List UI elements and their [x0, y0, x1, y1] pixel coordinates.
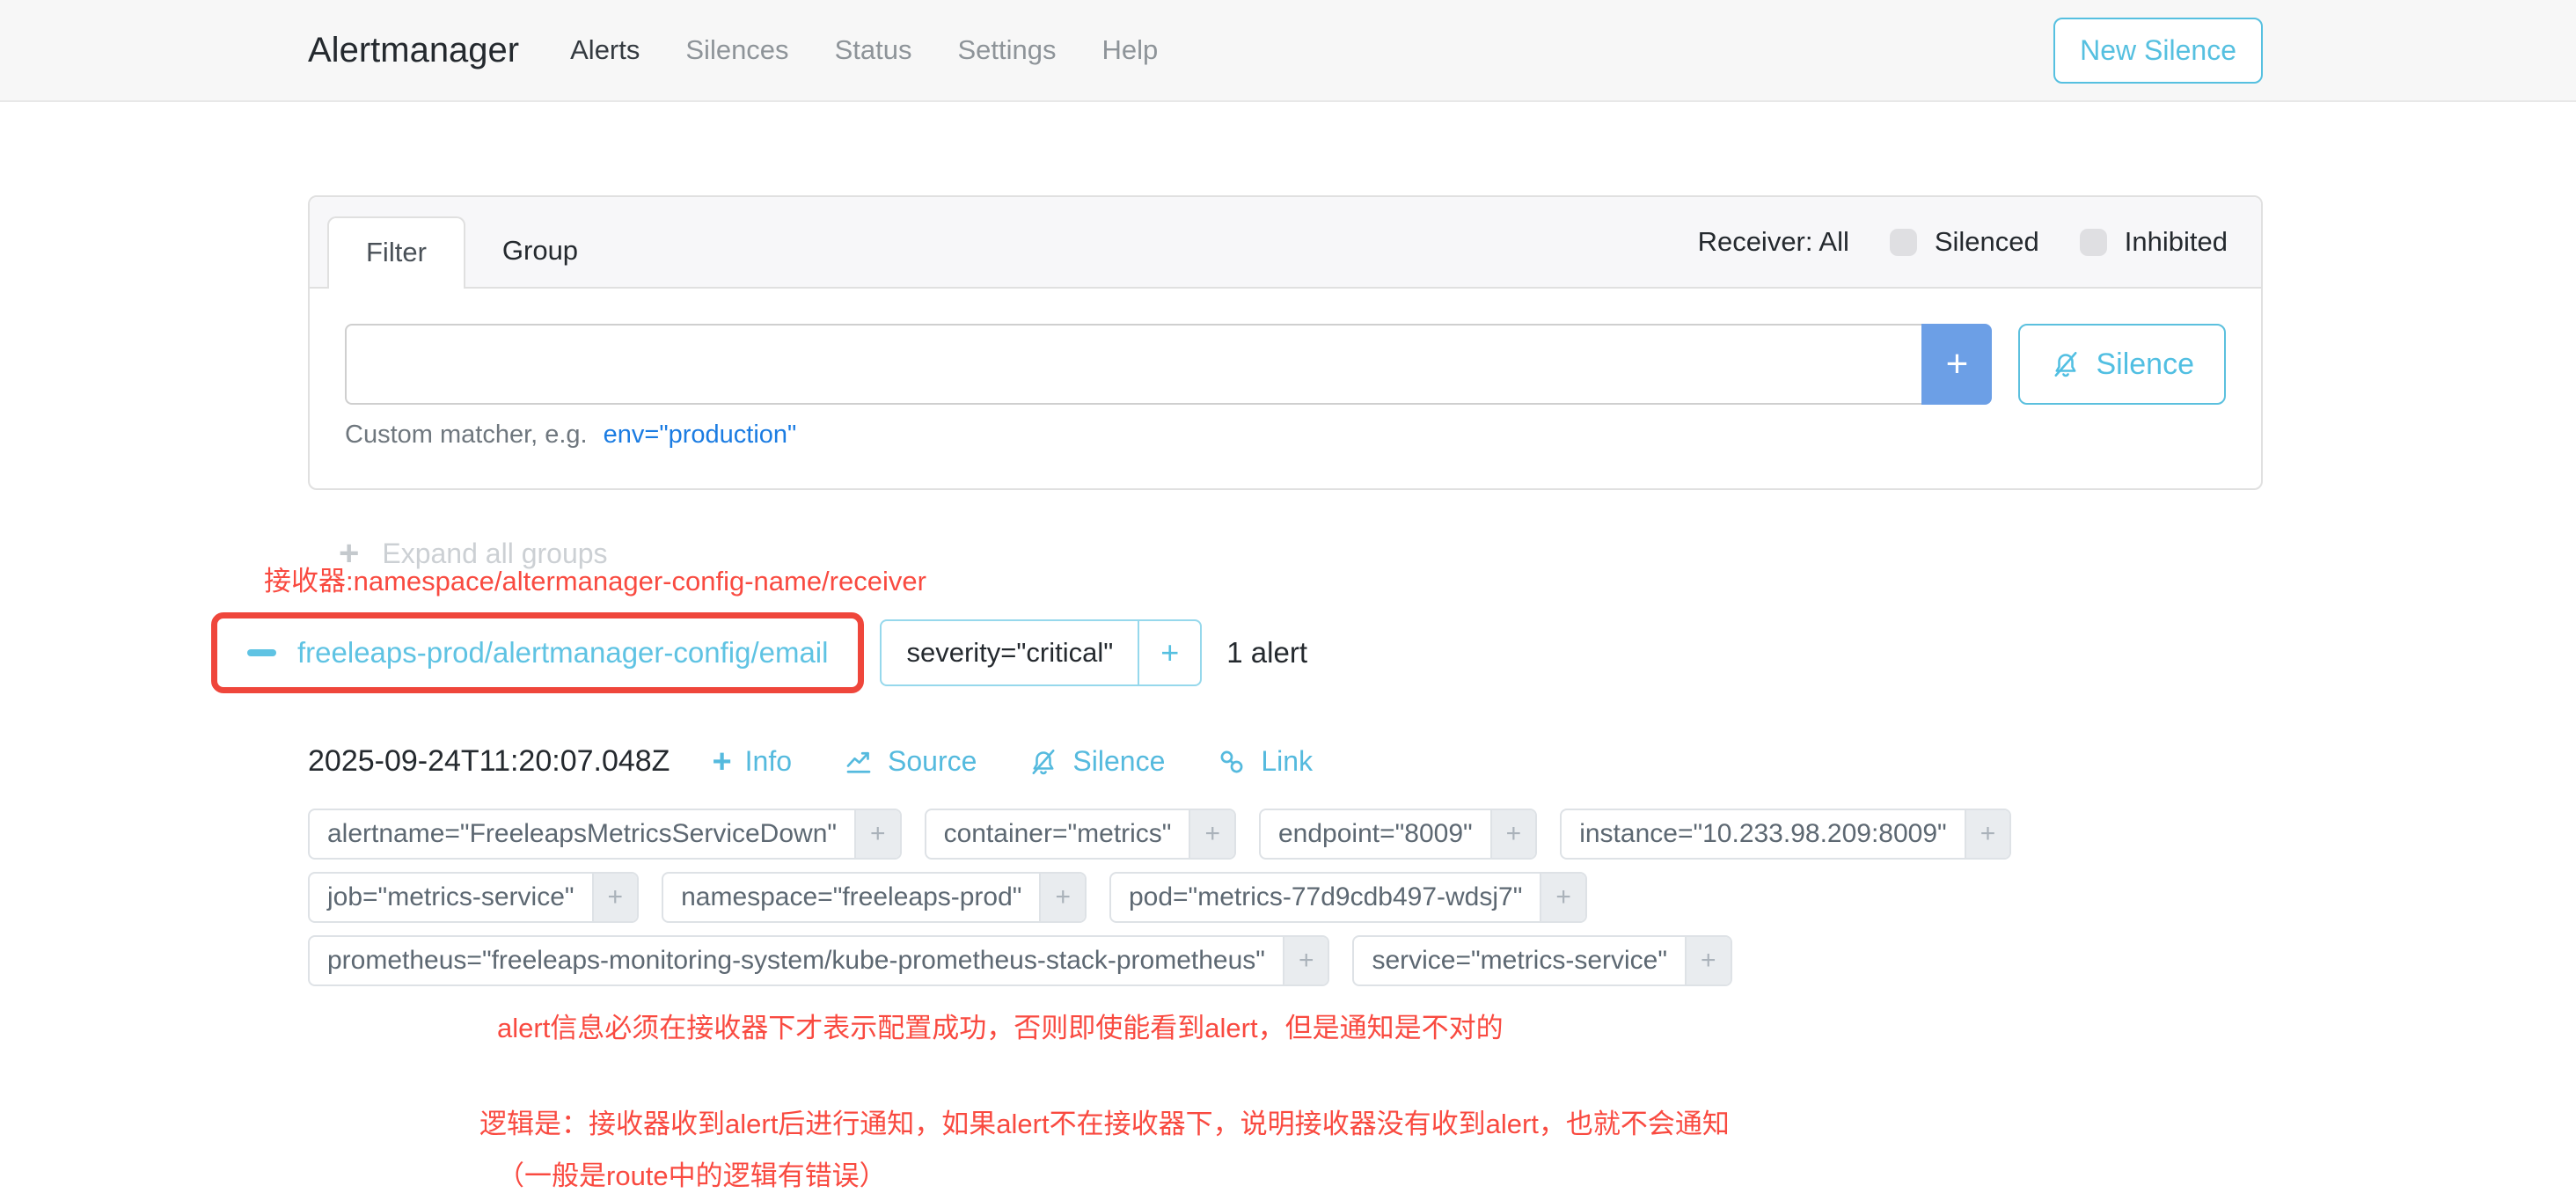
alert-info-label: Info: [745, 745, 792, 778]
label-text: namespace="freeleaps-prod": [663, 874, 1039, 921]
alert-label-tag: endpoint="8009"+: [1259, 809, 1537, 860]
plus-icon: +: [712, 745, 731, 779]
bell-slash-icon: [2050, 348, 2082, 380]
annotation-highlight-box: freeleaps-prod/alertmanager-config/email: [211, 612, 864, 693]
add-matcher-button[interactable]: +: [1921, 324, 1992, 405]
silence-filter-label: Silence: [2096, 348, 2194, 382]
alert-timestamp: 2025-09-24T11:20:07.048Z: [308, 744, 670, 779]
annotation-logic-note-2: （一般是route中的逻辑有错误）: [497, 1153, 2263, 1193]
matcher-input[interactable]: [345, 324, 1921, 405]
label-add-filter-button[interactable]: +: [1965, 810, 2010, 858]
collapse-group-button[interactable]: freeleaps-prod/alertmanager-config/email: [224, 623, 851, 683]
alert-label-tag: container="metrics"+: [925, 809, 1236, 860]
nav-link-settings[interactable]: Settings: [957, 34, 1056, 66]
silenced-checkbox-label: Silenced: [1935, 226, 2039, 258]
annotation-receiver-note: 接收器:namespace/altermanager-config-name/r…: [264, 559, 2263, 598]
inhibited-checkbox[interactable]: Inhibited: [2080, 226, 2228, 258]
alert-labels: alertname="FreeleapsMetricsServiceDown"+…: [308, 809, 2263, 986]
label-add-filter-button[interactable]: +: [592, 874, 638, 921]
nav-link-silences[interactable]: Silences: [685, 34, 788, 66]
alert-count: 1 alert: [1226, 636, 1307, 670]
severity-filter-label: severity="critical": [882, 621, 1138, 684]
label-add-filter-button[interactable]: +: [1189, 810, 1234, 858]
label-add-filter-button[interactable]: +: [1685, 937, 1731, 984]
alert-source-button[interactable]: Source: [843, 745, 977, 778]
alert-label-row: alertname="FreeleapsMetricsServiceDown"+…: [308, 809, 2263, 860]
alert-label-tag: pod="metrics-77d9cdb497-wdsj7"+: [1109, 872, 1587, 923]
alert-label-row: prometheus="freeleaps-monitoring-system/…: [308, 935, 2263, 986]
alert-label-tag: namespace="freeleaps-prod"+: [662, 872, 1087, 923]
minus-icon: [247, 649, 276, 656]
label-text: alertname="FreeleapsMetricsServiceDown": [310, 810, 854, 858]
label-add-filter-button[interactable]: +: [1283, 937, 1328, 984]
alert-info-button[interactable]: + Info: [712, 745, 792, 779]
tab-filter[interactable]: Filter: [327, 216, 465, 289]
filter-card-header: Filter Group Receiver: All Silenced Inhi…: [310, 197, 2261, 289]
label-text: endpoint="8009": [1261, 810, 1490, 858]
alert-label-tag: service="metrics-service"+: [1352, 935, 1731, 986]
matcher-row: + Silence: [345, 324, 2226, 405]
label-add-filter-button[interactable]: +: [854, 810, 900, 858]
label-add-filter-button[interactable]: +: [1039, 874, 1085, 921]
matcher-input-group: +: [345, 324, 1992, 405]
alert-link-label: Link: [1261, 745, 1313, 778]
severity-add-filter-button[interactable]: +: [1138, 621, 1200, 684]
filter-header-controls: Receiver: All Silenced Inhibited: [1698, 197, 2228, 287]
hint-example-link[interactable]: env="production": [604, 421, 797, 450]
severity-filter-group: severity="critical" +: [880, 619, 1202, 686]
alert-source-label: Source: [888, 745, 977, 778]
alert-silence-button[interactable]: Silence: [1028, 745, 1165, 778]
label-text: pod="metrics-77d9cdb497-wdsj7": [1111, 874, 1540, 921]
alert-label-tag: alertname="FreeleapsMetricsServiceDown"+: [308, 809, 902, 860]
alert-label-row: job="metrics-service"+namespace="freelea…: [308, 872, 2263, 923]
alert-label-tag: prometheus="freeleaps-monitoring-system/…: [308, 935, 1329, 986]
label-text: prometheus="freeleaps-monitoring-system/…: [310, 937, 1283, 984]
matcher-hint: Custom matcher, e.g. env="production": [345, 421, 2226, 450]
app-brand[interactable]: Alertmanager: [308, 31, 519, 70]
alert-header-row: 2025-09-24T11:20:07.048Z + Info Source S…: [308, 744, 2263, 779]
top-navbar: Alertmanager Alerts Silences Status Sett…: [0, 0, 2576, 102]
label-text: container="metrics": [926, 810, 1189, 858]
checkbox-icon[interactable]: [2080, 229, 2107, 256]
hint-text: Custom matcher, e.g.: [345, 421, 588, 450]
receiver-group-row: freeleaps-prod/alertmanager-config/email…: [211, 612, 2263, 693]
label-add-filter-button[interactable]: +: [1540, 874, 1585, 921]
receiver-filter-label[interactable]: Receiver: All: [1698, 226, 1849, 258]
main-content: Filter Group Receiver: All Silenced Inhi…: [308, 195, 2263, 1193]
receiver-group-name: freeleaps-prod/alertmanager-config/email: [297, 636, 828, 670]
bell-slash-icon: [1028, 746, 1059, 778]
alert-label-tag: job="metrics-service"+: [308, 872, 639, 923]
filter-card: Filter Group Receiver: All Silenced Inhi…: [308, 195, 2263, 490]
nav-link-help[interactable]: Help: [1101, 34, 1158, 66]
tab-group[interactable]: Group: [465, 216, 615, 287]
annotation-alert-note: alert信息必须在接收器下才表示配置成功，否则即使能看到alert，但是通知是…: [497, 1006, 2263, 1045]
label-add-filter-button[interactable]: +: [1490, 810, 1536, 858]
nav-link-status[interactable]: Status: [835, 34, 912, 66]
chart-icon: [843, 746, 875, 778]
silence-filter-button[interactable]: Silence: [2018, 324, 2226, 405]
link-chain-icon: [1216, 746, 1248, 778]
annotation-logic-note: 逻辑是：接收器收到alert后进行通知，如果alert不在接收器下，说明接收器没…: [479, 1102, 2263, 1141]
nav-links: Alerts Silences Status Settings Help: [570, 34, 1158, 66]
new-silence-button[interactable]: New Silence: [2053, 18, 2263, 84]
silenced-checkbox[interactable]: Silenced: [1890, 226, 2039, 258]
label-text: job="metrics-service": [310, 874, 592, 921]
alert-link-button[interactable]: Link: [1216, 745, 1313, 778]
label-text: instance="10.233.98.209:8009": [1562, 810, 1964, 858]
filter-card-body: + Silence Custom matcher, e.g. env="prod…: [310, 289, 2261, 488]
alert-silence-label: Silence: [1072, 745, 1165, 778]
inhibited-checkbox-label: Inhibited: [2125, 226, 2228, 258]
nav-link-alerts[interactable]: Alerts: [570, 34, 640, 66]
label-text: service="metrics-service": [1354, 937, 1685, 984]
checkbox-icon[interactable]: [1890, 229, 1917, 256]
alert-label-tag: instance="10.233.98.209:8009"+: [1560, 809, 2011, 860]
